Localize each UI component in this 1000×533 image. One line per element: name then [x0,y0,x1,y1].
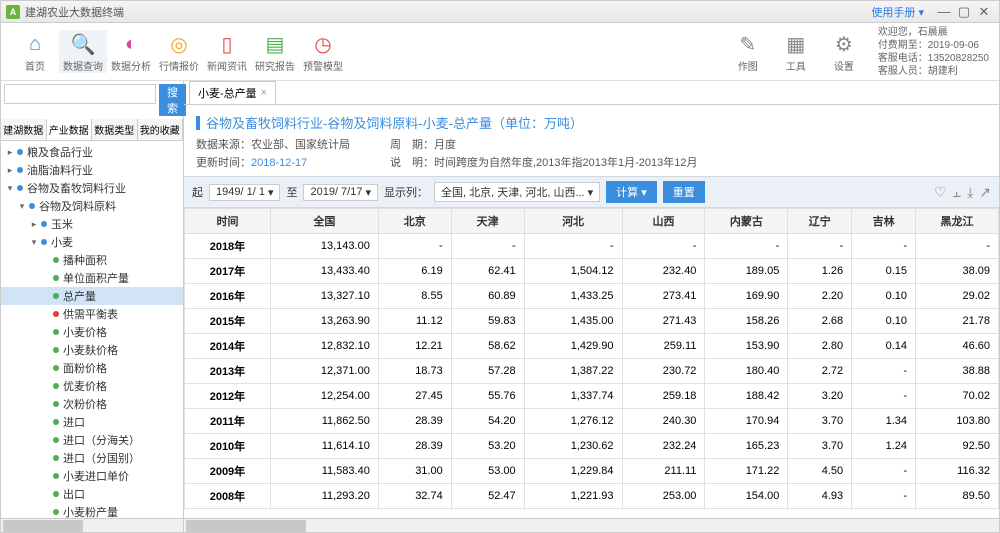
col-header[interactable]: 全国 [270,209,378,234]
share-icon[interactable]: ↗ [979,184,991,201]
tree-node[interactable]: 出口 [1,485,183,503]
tool-工具[interactable]: ▦工具 [772,30,820,73]
sidetab-0[interactable]: 建湖数据 [1,119,47,140]
user-info: 欢迎您，石晨晨 付费期至：2019-09-06 客服电话：13520828250… [878,26,989,78]
tool-研究报告[interactable]: ▤研究报告 [251,30,299,73]
titlebar: A 建湖农业大数据终端 使用手册 ▾ — ▢ ✕ [1,1,999,23]
search-button[interactable]: 搜索 [159,84,186,116]
tool-预警模型[interactable]: ◷预警模型 [299,30,347,73]
breadcrumb: 谷物及畜牧饲料行业-谷物及饲料原料-小麦-总产量（单位：万吨） [184,105,999,136]
search-input[interactable] [4,84,156,104]
tree-node[interactable]: ▾谷物及饲料原料 [1,197,183,215]
table-row: 2015年13,263.9011.1259.831,435.00271.4315… [185,309,999,334]
tool-行情报价[interactable]: ◎行情报价 [155,30,203,73]
sidetab-2[interactable]: 数据类型 [92,119,138,140]
tree-node[interactable]: ▾谷物及畜牧饲料行业 [1,179,183,197]
tool-数据查询[interactable]: 🔍数据查询 [59,30,107,73]
minimize-button[interactable]: — [934,4,954,19]
col-header[interactable]: 黑龙江 [916,209,999,234]
table-row: 2018年13,143.00-------- [185,234,999,259]
table-row: 2008年11,293.2032.7452.471,221.93253.0015… [185,484,999,509]
tree-node[interactable]: ▸油脂油料行业 [1,161,183,179]
sidebar-scrollbar[interactable] [1,518,183,532]
calc-button[interactable]: 计算 ▾ [606,181,657,203]
tool-首页[interactable]: ⌂首页 [11,30,59,73]
sidetab-3[interactable]: 我的收藏 [138,119,184,140]
col-header[interactable]: 时间 [185,209,271,234]
tree-node[interactable]: ▾小麦 [1,233,183,251]
close-button[interactable]: ✕ [974,4,994,20]
table-row: 2016年13,327.108.5560.891,433.25273.41169… [185,284,999,309]
tree-node[interactable]: 优麦价格 [1,377,183,395]
tree-node[interactable]: 进口（分国别） [1,449,183,467]
app-logo: A [6,5,20,19]
col-header[interactable]: 辽宁 [788,209,852,234]
col-header[interactable]: 北京 [378,209,451,234]
app-title: 建湖农业大数据终端 [25,4,124,20]
chart-icon[interactable]: ⫠ [953,184,961,201]
date-to[interactable]: 2019/ 7/17 ▾ [303,184,378,201]
favorite-icon[interactable]: ♡ [934,184,947,201]
table-row: 2013年12,371.0018.7357.281,387.22230.7218… [185,359,999,384]
tree-node[interactable]: 小麦麸价格 [1,341,183,359]
col-header[interactable]: 河北 [524,209,622,234]
reset-button[interactable]: 重置 [663,181,705,203]
col-header[interactable]: 吉林 [852,209,916,234]
tree-node[interactable]: 播种面积 [1,251,183,269]
table-scrollbar[interactable] [184,518,999,532]
col-header[interactable]: 天津 [451,209,524,234]
close-tab-icon[interactable]: × [261,87,267,99]
tree-node[interactable]: 进口 [1,413,183,431]
maximize-button[interactable]: ▢ [954,4,974,20]
date-from[interactable]: 1949/ 1/ 1 ▾ [209,184,280,201]
download-icon[interactable]: ⤓ [967,184,973,201]
tree-node[interactable]: 小麦价格 [1,323,183,341]
col-header[interactable]: 山西 [622,209,705,234]
manual-link[interactable]: 使用手册 ▾ [871,4,924,20]
tree-node[interactable]: 面粉价格 [1,359,183,377]
sidebar: 搜索 建湖数据产业数据数据类型我的收藏 ▸粮及食品行业▸油脂油料行业▾谷物及畜牧… [1,81,184,532]
table-row: 2012年12,254.0027.4555.761,337.74259.1818… [185,384,999,409]
table-row: 2009年11,583.4031.0053.001,229.84211.1117… [185,459,999,484]
tree-node[interactable]: 供需平衡表 [1,305,183,323]
table-row: 2010年11,614.1028.3953.201,230.62232.2416… [185,434,999,459]
tree-node[interactable]: 小麦进口单价 [1,467,183,485]
tool-数据分析[interactable]: ◐数据分析 [107,30,155,73]
filter-bar: 起 1949/ 1/ 1 ▾ 至 2019/ 7/17 ▾ 显示列： 全国, 北… [184,176,999,208]
tree-node[interactable]: ▸粮及食品行业 [1,143,183,161]
tool-作图[interactable]: ✎作图 [724,30,772,73]
main-toolbar: ⌂首页🔍数据查询◐数据分析◎行情报价▯新闻资讯▤研究报告◷预警模型 ✎作图▦工具… [1,23,999,81]
tree-node[interactable]: 小麦粉产量 [1,503,183,518]
tree-node[interactable]: 次粉价格 [1,395,183,413]
columns-select[interactable]: 全国, 北京, 天津, 河北, 山西... ▾ [434,182,600,202]
data-table: 时间全国北京天津河北山西内蒙古辽宁吉林黑龙江2018年13,143.00----… [184,208,999,509]
table-row: 2017年13,433.406.1962.411,504.12232.40189… [185,259,999,284]
tool-新闻资讯[interactable]: ▯新闻资讯 [203,30,251,73]
tree-node[interactable]: 单位面积产量 [1,269,183,287]
table-row: 2011年11,862.5028.3954.201,276.12240.3017… [185,409,999,434]
tree-node[interactable]: ▸玉米 [1,215,183,233]
col-header[interactable]: 内蒙古 [705,209,788,234]
tree-node[interactable]: 进口（分海关） [1,431,183,449]
sidetab-1[interactable]: 产业数据 [47,119,93,140]
tool-设置[interactable]: ⚙设置 [820,30,868,73]
data-tree[interactable]: ▸粮及食品行业▸油脂油料行业▾谷物及畜牧饲料行业▾谷物及饲料原料▸玉米▾小麦播种… [1,141,183,518]
table-row: 2014年12,832.1012.2158.621,429.90259.1115… [185,334,999,359]
tree-node[interactable]: 总产量 [1,287,183,305]
content-tab[interactable]: 小麦-总产量× [189,81,276,104]
